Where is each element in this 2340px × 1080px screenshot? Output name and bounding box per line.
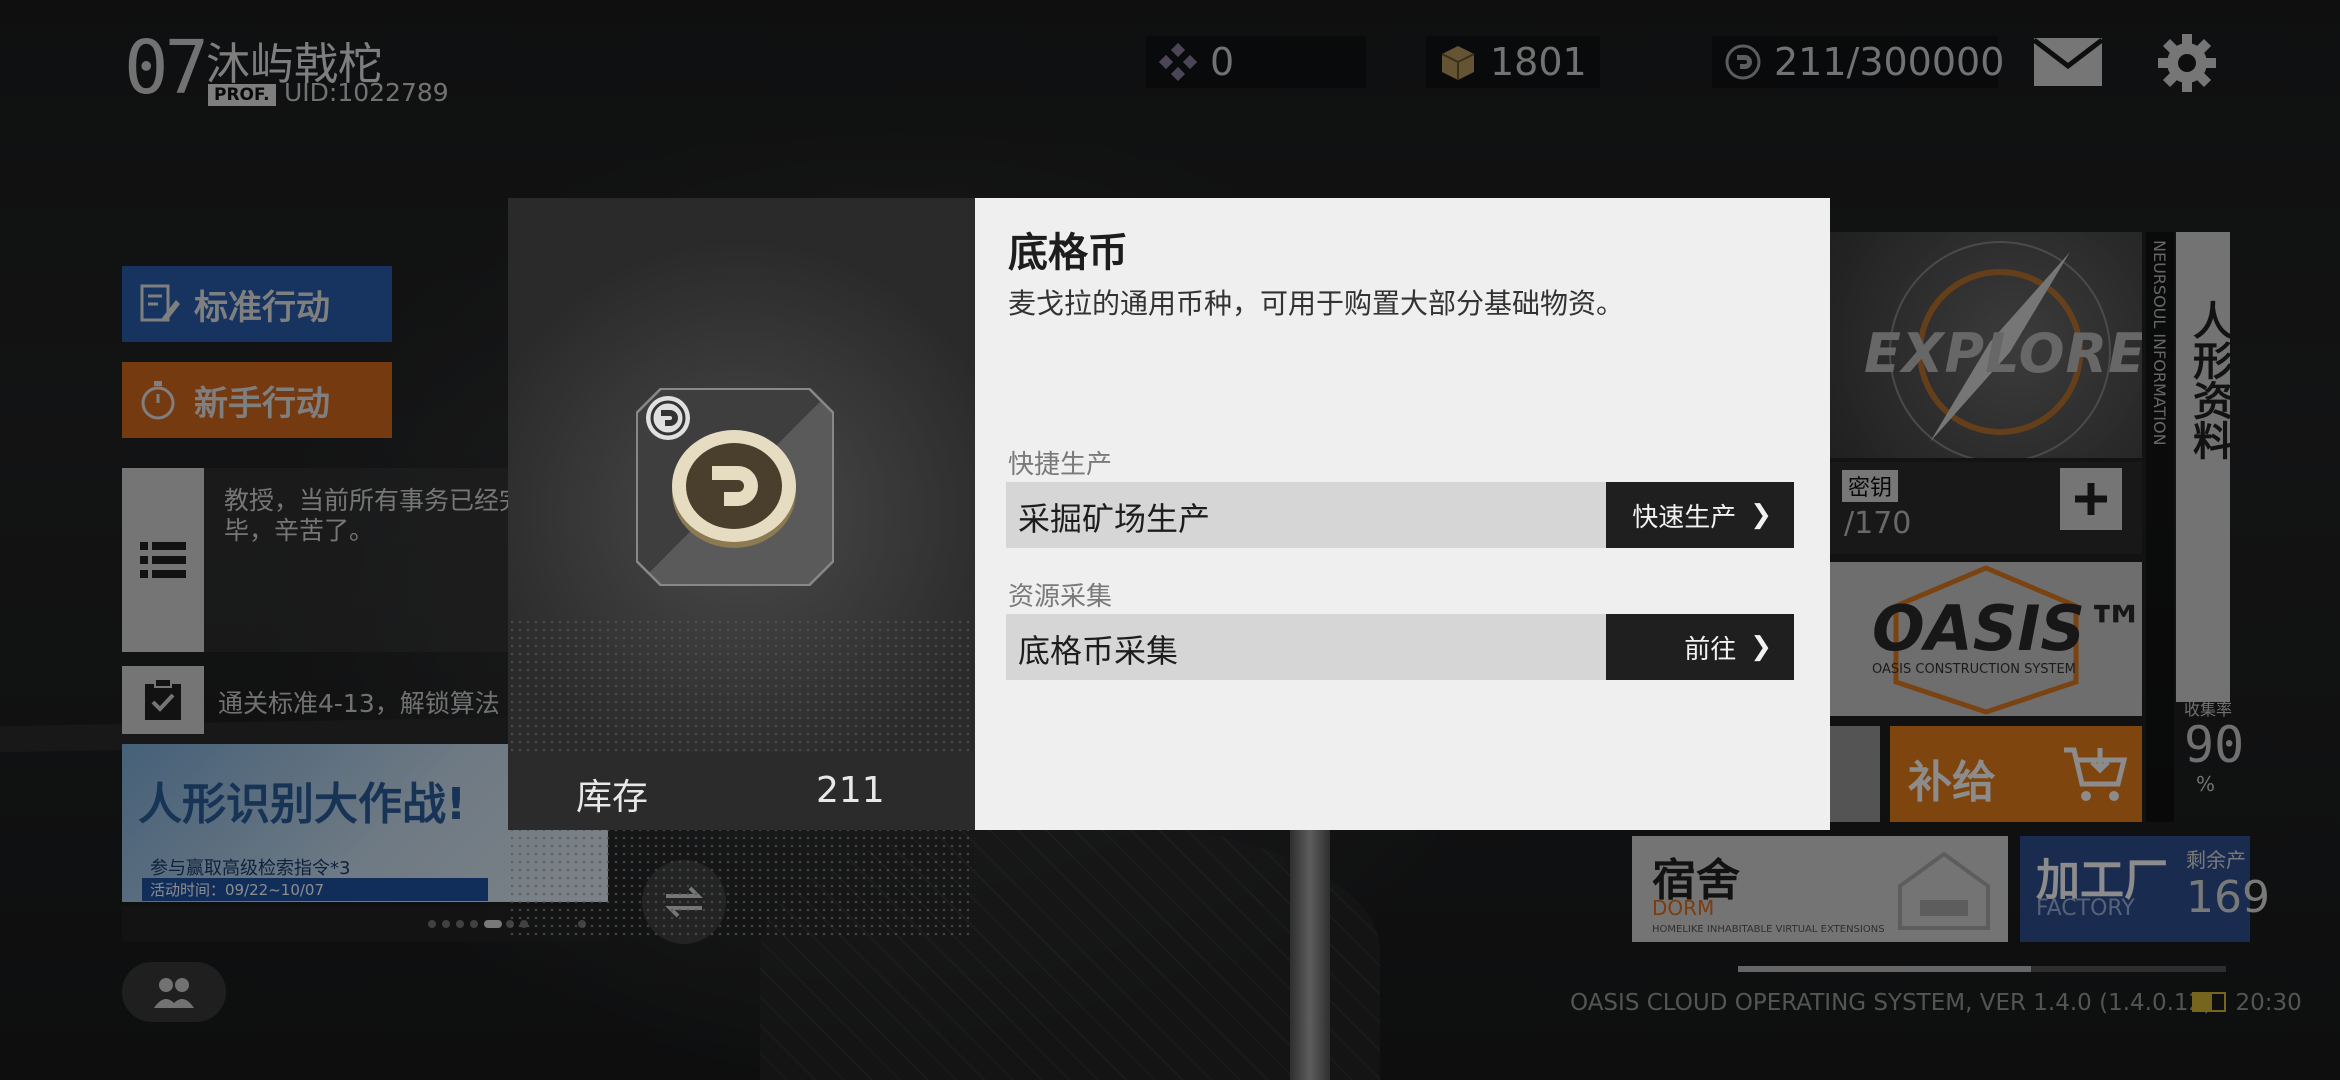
coin-gathering-row: 底格币采集 前往 ❯	[1006, 614, 1794, 680]
item-title: 底格币	[1008, 230, 1128, 276]
stock-value: 211	[816, 770, 885, 811]
coin-badge-icon	[646, 396, 690, 440]
goto-button[interactable]: 前往 ❯	[1606, 614, 1794, 680]
coin-item-icon	[672, 430, 796, 548]
quick-production-row: 采掘矿场生产 快速生产 ❯	[1006, 482, 1794, 548]
quick-production-button-label: 快速生产	[1632, 502, 1737, 533]
goto-button-label: 前往	[1684, 634, 1737, 665]
chevron-right-icon: ❯	[1750, 632, 1772, 662]
quick-production-label: 采掘矿场生产	[1018, 500, 1211, 538]
stock-label: 库存	[576, 777, 649, 818]
item-description: 麦戈拉的通用币种，可用于购置大部分基础物资。	[1008, 287, 1625, 320]
section-resource-gathering-header: 资源采集	[1008, 582, 1113, 612]
chevron-right-icon: ❯	[1750, 500, 1772, 530]
section-quick-production-header: 快捷生产	[1008, 450, 1113, 480]
quick-production-button[interactable]: 快速生产 ❯	[1606, 482, 1794, 548]
coin-gathering-label: 底格币采集	[1018, 632, 1179, 670]
